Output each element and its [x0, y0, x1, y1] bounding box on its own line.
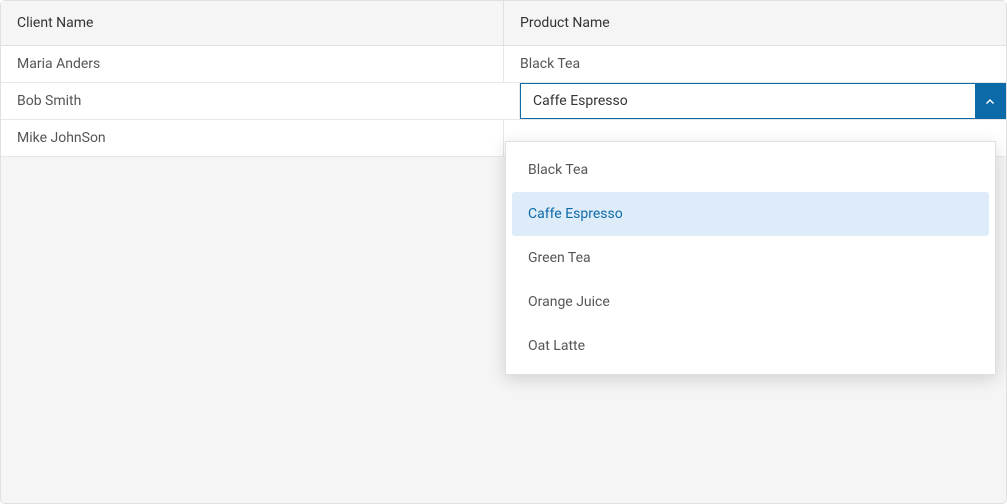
dropdown-panel: Black Tea Caffe Espresso Green Tea Orang… [505, 141, 996, 375]
product-cell[interactable]: Black Tea [504, 46, 1006, 82]
column-header-product[interactable]: Product Name [504, 1, 1006, 45]
dropdown-option[interactable]: Black Tea [512, 148, 989, 192]
chevron-up-icon [985, 96, 995, 106]
client-cell[interactable]: Mike JohnSon [1, 120, 504, 156]
product-cell-editing [520, 83, 1006, 119]
combobox [520, 83, 1006, 119]
grid-header: Client Name Product Name [1, 1, 1006, 46]
data-grid: Client Name Product Name Maria Anders Bl… [0, 0, 1007, 504]
dropdown-option[interactable]: Orange Juice [512, 280, 989, 324]
client-cell[interactable]: Maria Anders [1, 46, 504, 82]
combobox-toggle-button[interactable] [975, 84, 1005, 118]
dropdown-option[interactable]: Oat Latte [512, 324, 989, 368]
client-cell[interactable]: Bob Smith [1, 83, 520, 119]
table-row: Maria Anders Black Tea [1, 46, 1006, 83]
table-row: Bob Smith [1, 83, 1006, 120]
combobox-input[interactable] [521, 84, 975, 118]
column-header-client[interactable]: Client Name [1, 1, 504, 45]
dropdown-option[interactable]: Green Tea [512, 236, 989, 280]
dropdown-option-selected[interactable]: Caffe Espresso [512, 192, 989, 236]
